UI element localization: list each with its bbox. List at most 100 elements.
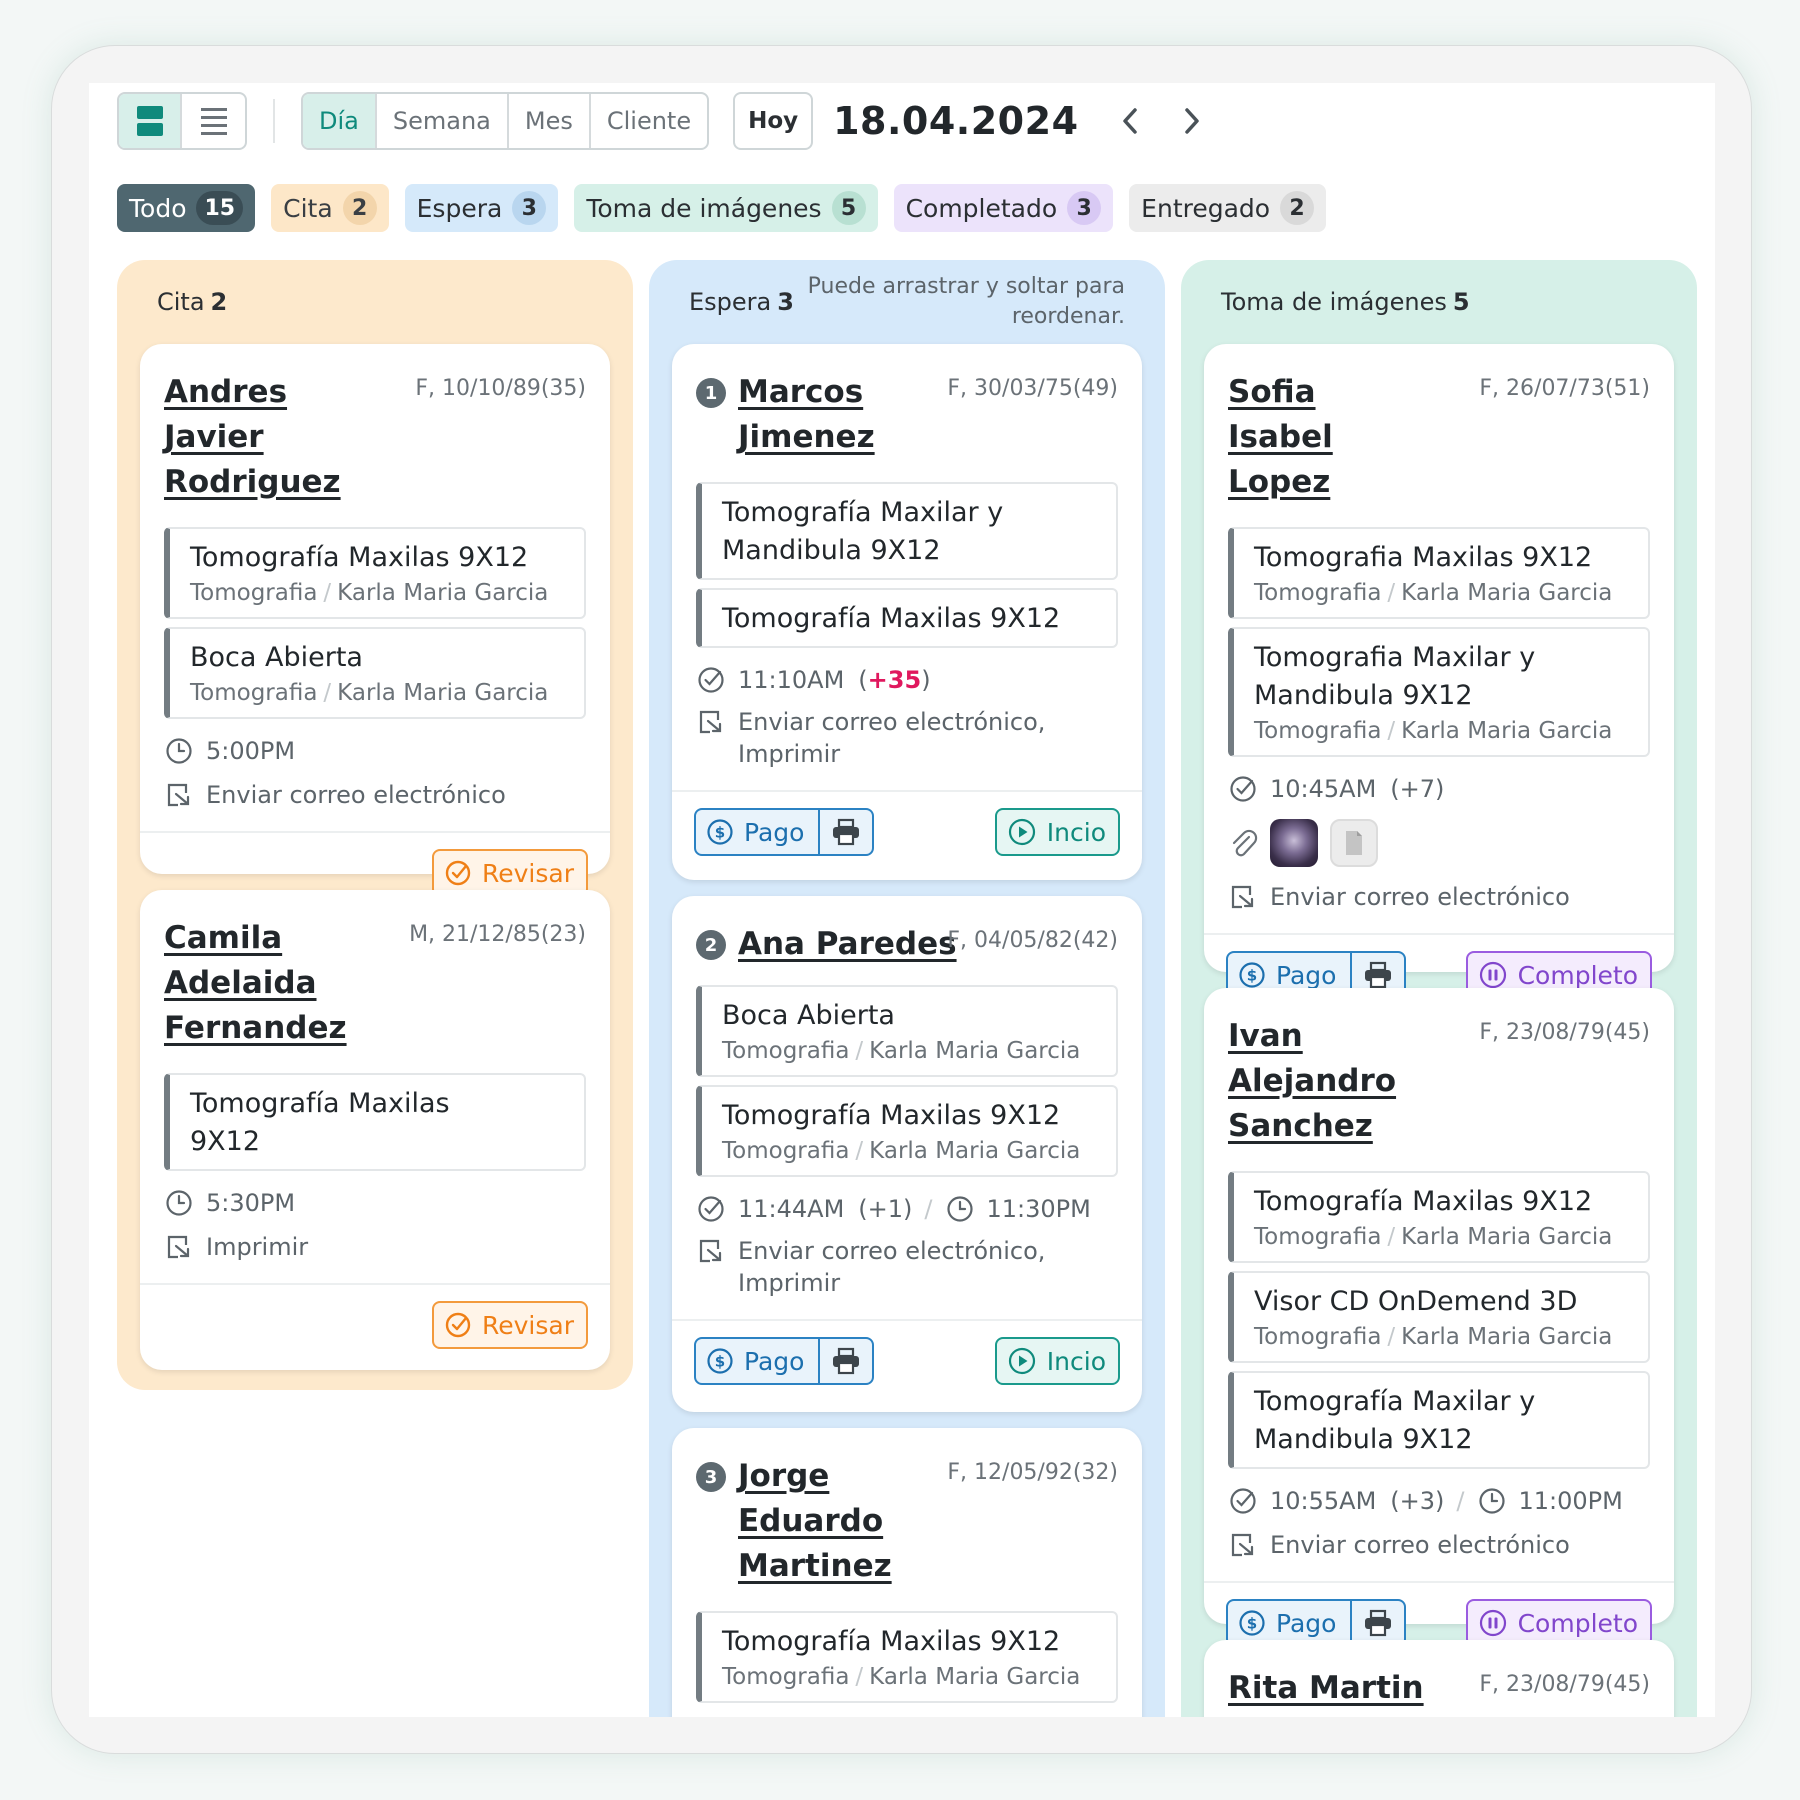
service-title: Tomografía Maxilas 9X12 <box>722 1626 1061 1657</box>
service-title: Tomografía Maxilar y Mandibula 9X12 <box>1254 1386 1536 1455</box>
service-title: Boca Abierta <box>190 642 363 673</box>
service-title: Tomografia Maxilas 9X12 <box>1254 542 1593 573</box>
time-value: 10:45AM <box>1270 775 1377 803</box>
service-item: Tomografía Maxilas 9X12 Tomografia / Karla… <box>696 1085 1118 1177</box>
board-view-icon <box>136 106 163 136</box>
send-icon <box>1231 1533 1254 1557</box>
chevron-right-icon <box>1184 108 1199 134</box>
button-label: Incio <box>1046 1346 1106 1376</box>
patient-card[interactable]: 2 Ana Paredes F, 04/05/82(42) Boca Abier… <box>672 896 1142 1412</box>
today-button[interactable]: Hoy <box>733 92 814 150</box>
view-toggle <box>117 92 247 150</box>
tab-dia[interactable]: Día <box>303 94 377 148</box>
button-label: Pago <box>1276 960 1337 990</box>
filter-label: Cita <box>283 193 333 223</box>
payment-button-group: $ Pago <box>694 808 875 856</box>
filter-count: 3 <box>1067 191 1102 225</box>
current-date: 18.04.2024 <box>833 99 1079 143</box>
delivery-value: Enviar correo electrónico <box>1270 883 1570 911</box>
service-item: Visor CD OnDemend 3D Tomografia / Karla Ma… <box>1228 1271 1650 1363</box>
pago-button[interactable]: $ Pago <box>1228 1601 1350 1645</box>
wait-value: (+7) <box>1390 775 1445 803</box>
revisar-button[interactable]: Revisar <box>432 1301 588 1349</box>
service-item: Tomografía Maxilas 9X12 Tomografia / Karla… <box>1228 1171 1650 1263</box>
column-header: Cita 2 <box>157 288 227 316</box>
patient-name[interactable]: Marcos Jimenez <box>738 370 898 460</box>
patient-name[interactable]: Andres Javier Rodriguez <box>164 370 394 505</box>
appointment-time: 5:00PM <box>164 735 586 767</box>
patient-card[interactable]: Sofia Isabel Lopez F, 26/07/73(51) Tomog… <box>1204 344 1674 999</box>
patient-card[interactable]: Ivan Alejandro Sanchez F, 23/08/79(45) T… <box>1204 988 1674 1647</box>
patient-name[interactable]: Ana Paredes <box>738 922 958 967</box>
period-selector: Día Semana Mes Cliente <box>301 92 710 150</box>
filter-count: 2 <box>342 191 377 225</box>
wait-value: (+3) <box>1390 1487 1445 1515</box>
tab-cliente[interactable]: Cliente <box>591 94 707 148</box>
patient-meta: F, 12/05/92(32) <box>947 1460 1118 1485</box>
inicio-button[interactable]: Incio <box>994 1337 1120 1385</box>
xray-thumbnail[interactable] <box>1270 819 1318 867</box>
card-footer: Revisar <box>140 1283 610 1363</box>
check-circle-icon <box>698 667 724 693</box>
list-view-icon <box>200 108 227 135</box>
delivery-value: Enviar correo electrónico, Imprimir <box>738 708 1046 768</box>
service-title: Tomografía Maxilas 9X12 <box>190 1088 450 1157</box>
dollar-circle-icon: $ <box>707 1348 733 1374</box>
printer-icon <box>1365 961 1392 989</box>
filter-entregado[interactable]: Entregado 2 <box>1129 184 1327 232</box>
list-view-button[interactable] <box>182 94 245 148</box>
print-button[interactable] <box>818 810 872 854</box>
service-item: Boca Abierta Tomografia / Karla Maria Garc… <box>164 627 586 719</box>
filter-todo[interactable]: Todo 15 <box>117 184 256 232</box>
patient-name[interactable]: Camila Adelaida Fernandez <box>164 916 347 1051</box>
patient-name[interactable]: Sofia Isabel Lopez <box>1228 370 1428 505</box>
filter-label: Todo <box>129 193 187 223</box>
service-doctor: Karla Maria Garcia <box>337 680 549 706</box>
filter-espera[interactable]: Espera 3 <box>404 184 559 232</box>
service-doctor: Karla Maria Garcia <box>1401 1324 1613 1350</box>
patient-name[interactable]: Rita Martin <box>1228 1666 1458 1711</box>
dollar-circle-icon: $ <box>707 819 733 845</box>
column-header: Toma de imágenes 5 <box>1221 288 1470 316</box>
filter-completado[interactable]: Completado 3 <box>893 184 1114 232</box>
clock-icon <box>946 1196 973 1222</box>
service-doctor: Karla Maria Garcia <box>1401 1224 1613 1250</box>
print-button[interactable] <box>818 1339 872 1383</box>
time-value: 10:55AM <box>1270 1487 1377 1515</box>
filter-cita[interactable]: Cita 2 <box>271 184 389 232</box>
check-circle-icon <box>445 1312 471 1338</box>
filter-count: 15 <box>196 191 244 225</box>
paperclip-icon <box>1232 829 1258 857</box>
filter-count: 2 <box>1280 191 1315 225</box>
service-title: Tomografía Maxilas 9X12 <box>1254 1186 1593 1217</box>
service-type: Tomografia <box>722 1138 850 1164</box>
patient-meta: F, 26/07/73(51) <box>1479 376 1650 401</box>
patient-card[interactable]: 3 Jorge Eduardo Martinez F, 12/05/92(32)… <box>672 1428 1142 1717</box>
printer-icon <box>833 1347 860 1375</box>
next-day-button[interactable] <box>1177 106 1207 136</box>
patient-card[interactable]: Camila Adelaida Fernandez M, 21/12/85(23… <box>140 890 610 1370</box>
patient-name[interactable]: Ivan Alejandro Sanchez <box>1228 1014 1478 1149</box>
filter-count: 3 <box>512 191 547 225</box>
patient-card[interactable]: Andres Javier Rodriguez F, 10/10/89(35) … <box>140 344 610 897</box>
patient-card[interactable]: 1 Marcos Jimenez F, 30/03/75(49) Tomogra… <box>672 344 1142 880</box>
tab-mes[interactable]: Mes <box>509 94 591 148</box>
send-icon <box>167 1235 190 1259</box>
service-doctor: Karla Maria Garcia <box>1401 718 1613 744</box>
pago-button[interactable]: $ Pago <box>696 1339 818 1383</box>
service-doctor: Karla Maria Garcia <box>869 1038 1081 1064</box>
service-doctor: Karla Maria Garcia <box>869 1664 1081 1690</box>
board-view-button[interactable] <box>119 94 182 148</box>
tab-semana[interactable]: Semana <box>377 94 509 148</box>
column-header: Espera 3 <box>689 288 794 316</box>
document-thumbnail[interactable] <box>1330 819 1378 867</box>
toolbar: Día Semana Mes Cliente Hoy 18.04.2024 <box>117 92 1207 150</box>
print-button[interactable] <box>1350 1601 1404 1645</box>
delivery-method: Enviar correo electrónico, Imprimir <box>696 1235 1118 1299</box>
pago-button[interactable]: $ Pago <box>696 810 818 854</box>
filter-toma-de-imagenes[interactable]: Toma de imágenes 5 <box>574 184 878 232</box>
inicio-button[interactable]: Incio <box>994 808 1120 856</box>
prev-day-button[interactable] <box>1115 106 1145 136</box>
patient-name[interactable]: Jorge Eduardo Martinez <box>738 1454 898 1589</box>
patient-card[interactable]: Rita Martin F, 23/08/79(45) <box>1204 1640 1674 1717</box>
